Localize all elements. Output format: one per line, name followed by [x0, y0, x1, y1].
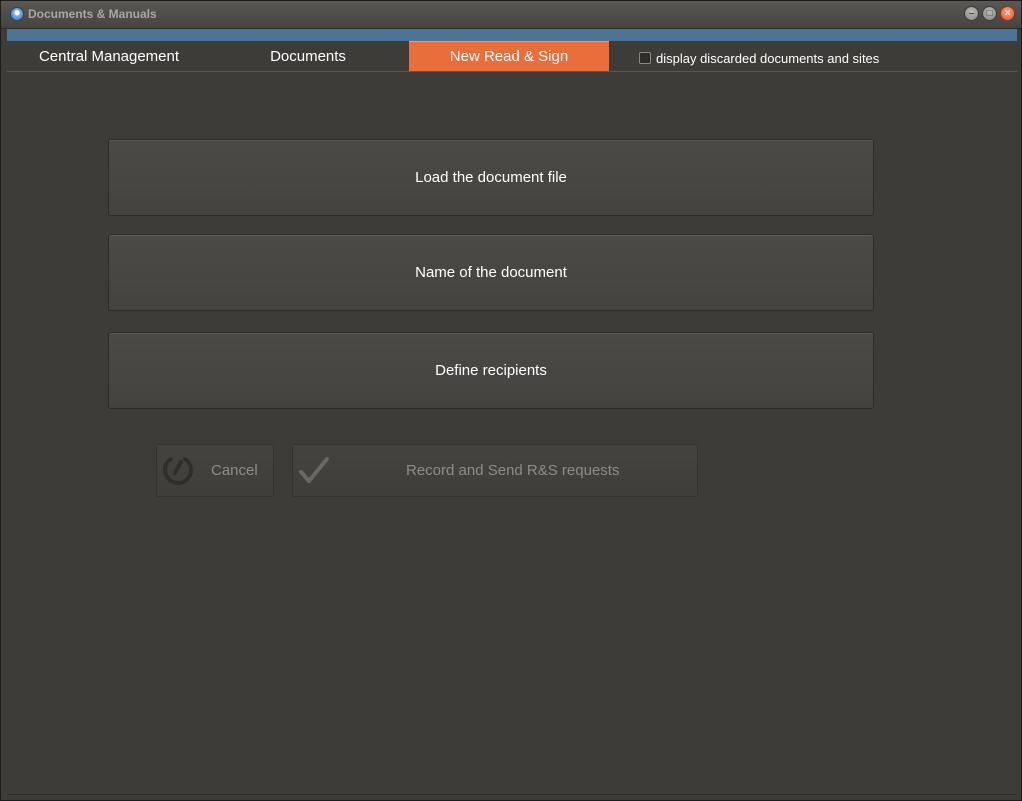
display-discarded-option[interactable]: display discarded documents and sites: [639, 50, 879, 66]
window-controls: – □ ×: [964, 6, 1015, 21]
maximize-icon: □: [986, 8, 993, 19]
load-document-file-button[interactable]: Load the document file: [108, 139, 874, 216]
header-accent-bar: [7, 29, 1017, 41]
define-recipients-button[interactable]: Define recipients: [108, 332, 874, 409]
close-button[interactable]: ×: [1000, 6, 1015, 21]
record-and-send-label: Record and Send R&S requests: [406, 462, 620, 479]
maximize-button[interactable]: □: [982, 6, 997, 21]
tab-documents[interactable]: Documents: [211, 41, 405, 71]
tab-new-read-and-sign[interactable]: New Read & Sign: [409, 41, 609, 71]
record-and-send-button[interactable]: Record and Send R&S requests: [292, 444, 698, 497]
close-icon: ×: [1004, 8, 1011, 19]
document-name-button[interactable]: Name of the document: [108, 234, 874, 311]
load-document-file-label: Load the document file: [415, 169, 567, 186]
display-discarded-label: display discarded documents and sites: [656, 50, 880, 66]
tab-bar: Central Management Documents New Read & …: [7, 41, 1017, 72]
title-bar[interactable]: Documents & Manuals – □ ×: [1, 1, 1021, 29]
app-logo-icon: [10, 7, 24, 21]
minimize-icon: –: [968, 8, 975, 19]
new-read-sign-panel: Load the document file Name of the docum…: [7, 72, 1017, 795]
cancel-button[interactable]: Cancel: [156, 444, 274, 497]
checkmark-icon: [299, 457, 329, 483]
minimize-button[interactable]: –: [964, 6, 979, 21]
cancel-icon: [163, 457, 193, 485]
display-discarded-checkbox[interactable]: [639, 52, 651, 64]
window-title: Documents & Manuals: [28, 7, 157, 21]
document-name-label: Name of the document: [415, 264, 567, 281]
cancel-label: Cancel: [211, 462, 258, 479]
tab-central-management[interactable]: Central Management: [7, 41, 211, 71]
app-window: Documents & Manuals – □ × Central Manage…: [0, 0, 1022, 801]
define-recipients-label: Define recipients: [435, 362, 547, 379]
